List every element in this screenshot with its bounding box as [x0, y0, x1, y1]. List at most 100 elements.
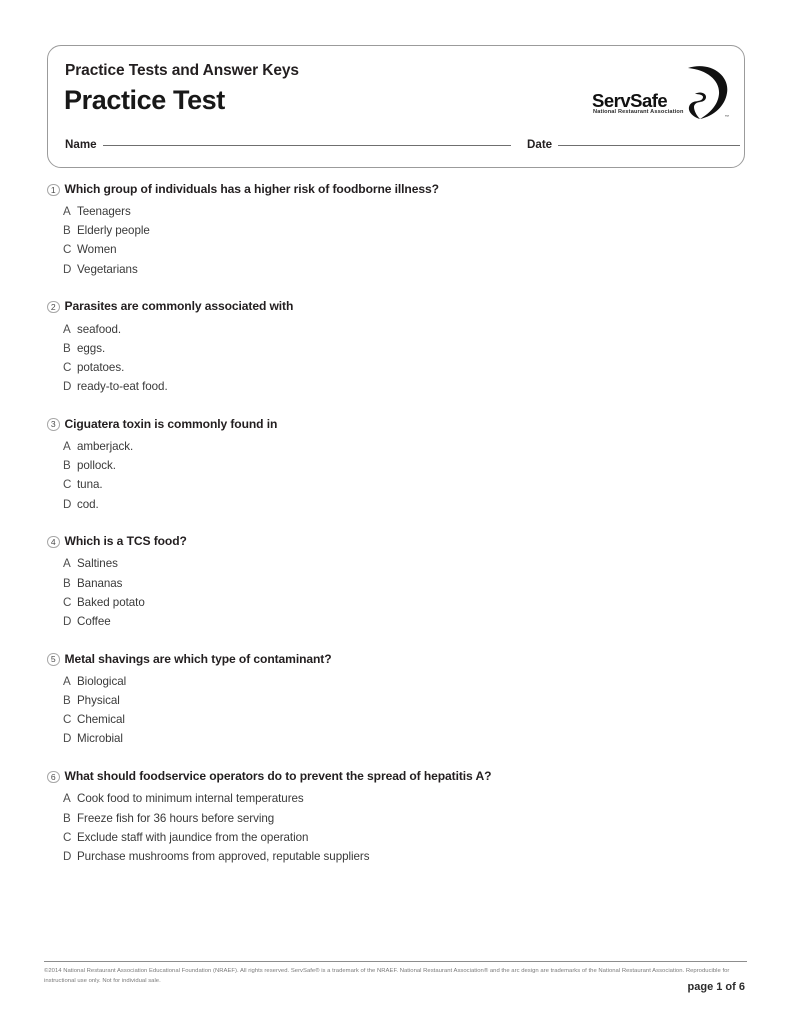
answer-option[interactable]: Cpotatoes.	[63, 361, 747, 380]
question-number-badge: 2	[47, 300, 60, 314]
question-heading: 3 Ciguatera toxin is commonly found in	[47, 417, 747, 432]
question-text: What should foodservice operators do to …	[64, 769, 492, 784]
answer-option[interactable]: A Cook food to minimum internal temperatu…	[63, 792, 747, 811]
answer-option[interactable]: D Purchase mushrooms from approved, reput…	[63, 850, 747, 869]
copyright-notice: ©2014 National Restaurant Association Ed…	[44, 968, 730, 985]
answer-option[interactable]: C Exclude staff with jaundice from the op…	[63, 831, 747, 850]
answer-option[interactable]: D Microbial	[63, 732, 747, 751]
answer-option-letter: A	[63, 792, 71, 806]
name-field[interactable]: Name	[65, 138, 511, 151]
question-block: 6 What should foodservice operators do to…	[47, 769, 747, 869]
answer-option-text: potatoes.	[77, 360, 125, 374]
page-kicker: Practice Tests and Answer Keys	[65, 62, 299, 79]
answer-option-letter: C	[63, 243, 72, 257]
answer-option-letter: D	[63, 849, 72, 863]
answer-option[interactable]: B Elderly people	[63, 224, 747, 243]
answer-option-letter: B	[63, 576, 71, 590]
answer-option-text: Teenagers	[77, 205, 131, 219]
servsafe-logo: ServSafe National Restaurant Association…	[590, 64, 730, 124]
question-text: Which is a TCS food?	[64, 534, 187, 549]
answer-option-letter: D	[63, 497, 72, 511]
question-text: Which group of individuals has a higher …	[64, 182, 439, 196]
name-label: Name	[65, 138, 97, 151]
answer-option-text: Vegetarians	[77, 262, 138, 276]
question-text: Ciguatera toxin is commonly found in	[64, 416, 278, 431]
answer-option-letter: B	[63, 811, 71, 825]
header-card: Practice Tests and Answer Keys Practice …	[47, 45, 745, 168]
answer-option-text: Microbial	[77, 732, 123, 746]
date-input-rule[interactable]	[558, 145, 741, 146]
answer-option[interactable]: Dready-to-eat food.	[63, 380, 747, 399]
answer-option-text: Saltines	[77, 557, 118, 571]
answer-option-letter: C	[63, 830, 72, 844]
answer-options: Aamberjack. Bpollock. Ctuna. Dcod.	[63, 440, 747, 517]
answer-option[interactable]: A Saltines	[63, 557, 747, 576]
answer-option[interactable]: Beggs.	[63, 342, 747, 361]
answer-option-letter: B	[63, 694, 71, 708]
answer-option[interactable]: B Bananas	[63, 577, 747, 596]
answer-options: A Teenagers B Elderly people C Women D Vegetari…	[63, 205, 747, 282]
answer-option[interactable]: C Baked potato	[63, 596, 747, 615]
answer-option-letter: C	[63, 713, 72, 727]
date-field[interactable]: Date	[527, 138, 741, 151]
question-heading: 4 Which is a TCS food?	[47, 534, 747, 549]
answer-option-text: Cook food to minimum internal temperatur…	[77, 792, 304, 806]
answer-option[interactable]: Ctuna.	[63, 478, 747, 497]
answer-option-letter: C	[63, 478, 72, 492]
answer-option-text: amberjack.	[77, 440, 134, 454]
practice-test-page: Practice Tests and Answer Keys Practice …	[0, 0, 791, 1024]
page-number: page 1 of 6	[687, 981, 745, 993]
answer-option-text: seafood.	[77, 322, 122, 336]
answer-option[interactable]: B Freeze fish for 36 hours before serving	[63, 812, 747, 831]
answer-option[interactable]: B Physical	[63, 694, 747, 713]
answer-option-letter: A	[63, 205, 71, 219]
answer-option[interactable]: C Women	[63, 243, 747, 262]
answer-option-text: Bananas	[77, 576, 123, 590]
question-text: Parasites are commonly associated with	[64, 299, 294, 314]
question-block: 3 Ciguatera toxin is commonly found in Aam…	[47, 417, 747, 517]
answer-option-text: pollock.	[77, 459, 116, 473]
questions-list: 1 Which group of individuals has a higher…	[47, 182, 747, 887]
answer-options: A Saltines B Bananas C Baked potato D Coffee	[63, 557, 747, 634]
question-number-badge: 3	[47, 418, 60, 431]
answer-option[interactable]: Aseafood.	[63, 323, 747, 342]
question-heading: 2 Parasites are commonly associated with	[47, 299, 747, 314]
answer-option-letter: D	[63, 262, 72, 276]
answer-option-letter: A	[63, 440, 71, 454]
answer-option-text: Women	[77, 243, 117, 257]
answer-option-letter: A	[63, 322, 71, 336]
question-heading: 1 Which group of individuals has a higher…	[47, 182, 747, 197]
answer-option[interactable]: A Biological	[63, 675, 747, 694]
answer-option-text: Purchase mushrooms from approved, reputa…	[77, 849, 370, 863]
answer-option-text: Chemical	[77, 713, 125, 727]
answer-option-letter: B	[63, 459, 71, 473]
answer-option-letter: B	[63, 341, 71, 355]
answer-option[interactable]: Dcod.	[63, 498, 747, 517]
question-number-badge: 4	[47, 535, 60, 549]
question-number-badge: 5	[47, 653, 60, 666]
answer-option[interactable]: D Vegetarians	[63, 263, 747, 282]
servsafe-association-subtitle: National Restaurant Association	[593, 109, 684, 115]
answer-option-letter: D	[63, 732, 72, 746]
answer-option-letter: D	[63, 380, 72, 394]
footer-divider	[44, 961, 747, 962]
question-block: 5 Metal shavings are which type of contam…	[47, 652, 747, 752]
answer-option[interactable]: Aamberjack.	[63, 440, 747, 459]
question-text: Metal shavings are which type of contami…	[64, 651, 332, 666]
answer-option[interactable]: A Teenagers	[63, 205, 747, 224]
answer-option-text: eggs.	[77, 341, 106, 355]
answer-option-text: Physical	[77, 694, 120, 708]
answer-option-text: Freeze fish for 36 hours before serving	[77, 811, 275, 825]
answer-option-text: Biological	[77, 674, 127, 688]
answer-option[interactable]: D Coffee	[63, 615, 747, 634]
answer-option-text: ready-to-eat food.	[77, 380, 168, 394]
answer-option-letter: C	[63, 360, 72, 374]
answer-option[interactable]: Bpollock.	[63, 459, 747, 478]
answer-option-text: Baked potato	[77, 595, 145, 609]
answer-option-text: Elderly people	[77, 224, 150, 238]
answer-option[interactable]: C Chemical	[63, 713, 747, 732]
date-label: Date	[527, 138, 553, 151]
answer-option-letter: A	[63, 674, 71, 688]
name-input-rule[interactable]	[102, 145, 511, 146]
trademark-symbol: ™	[724, 114, 729, 119]
